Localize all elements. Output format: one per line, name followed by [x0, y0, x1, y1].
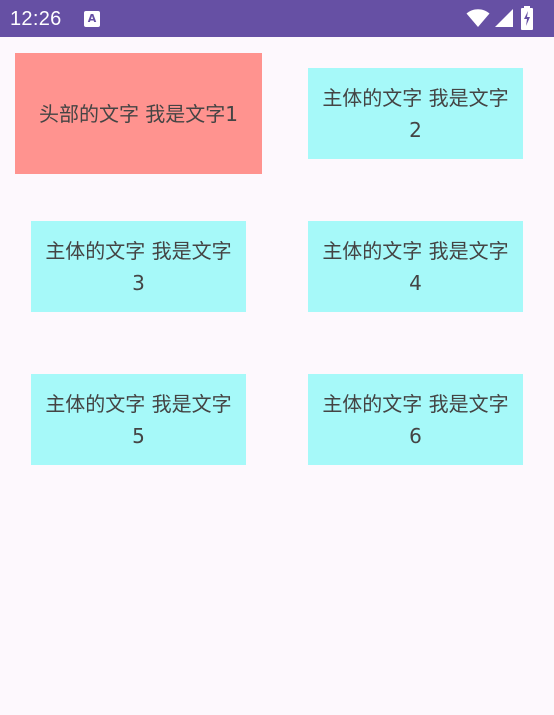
signal-icon: [495, 9, 513, 27]
status-time: 12:26: [10, 8, 62, 30]
notification-icon-letter: A: [87, 12, 97, 25]
battery-icon: [521, 6, 533, 30]
body-card-6: 主体的文字 我是文字6: [308, 374, 523, 465]
body-card-4: 主体的文字 我是文字4: [308, 221, 523, 312]
body-card-3: 主体的文字 我是文字3: [31, 221, 246, 312]
status-bar: 12:26 A: [0, 0, 554, 37]
header-card: 头部的文字 我是文字1: [15, 53, 262, 174]
body-card-2: 主体的文字 我是文字2: [308, 68, 523, 159]
body-card-5: 主体的文字 我是文字5: [31, 374, 246, 465]
header-card-text: 头部的文字 我是文字1: [38, 101, 239, 126]
body-card-text: 主体的文字 我是文字2: [322, 85, 509, 142]
status-icons: [466, 6, 546, 30]
body-card-text: 主体的文字 我是文字5: [45, 391, 232, 448]
body-card-text: 主体的文字 我是文字3: [45, 238, 232, 295]
body-card-text: 主体的文字 我是文字6: [322, 391, 509, 448]
wifi-icon: [466, 9, 490, 27]
body-card-text: 主体的文字 我是文字4: [322, 238, 509, 295]
notification-a-icon: A: [84, 11, 100, 27]
